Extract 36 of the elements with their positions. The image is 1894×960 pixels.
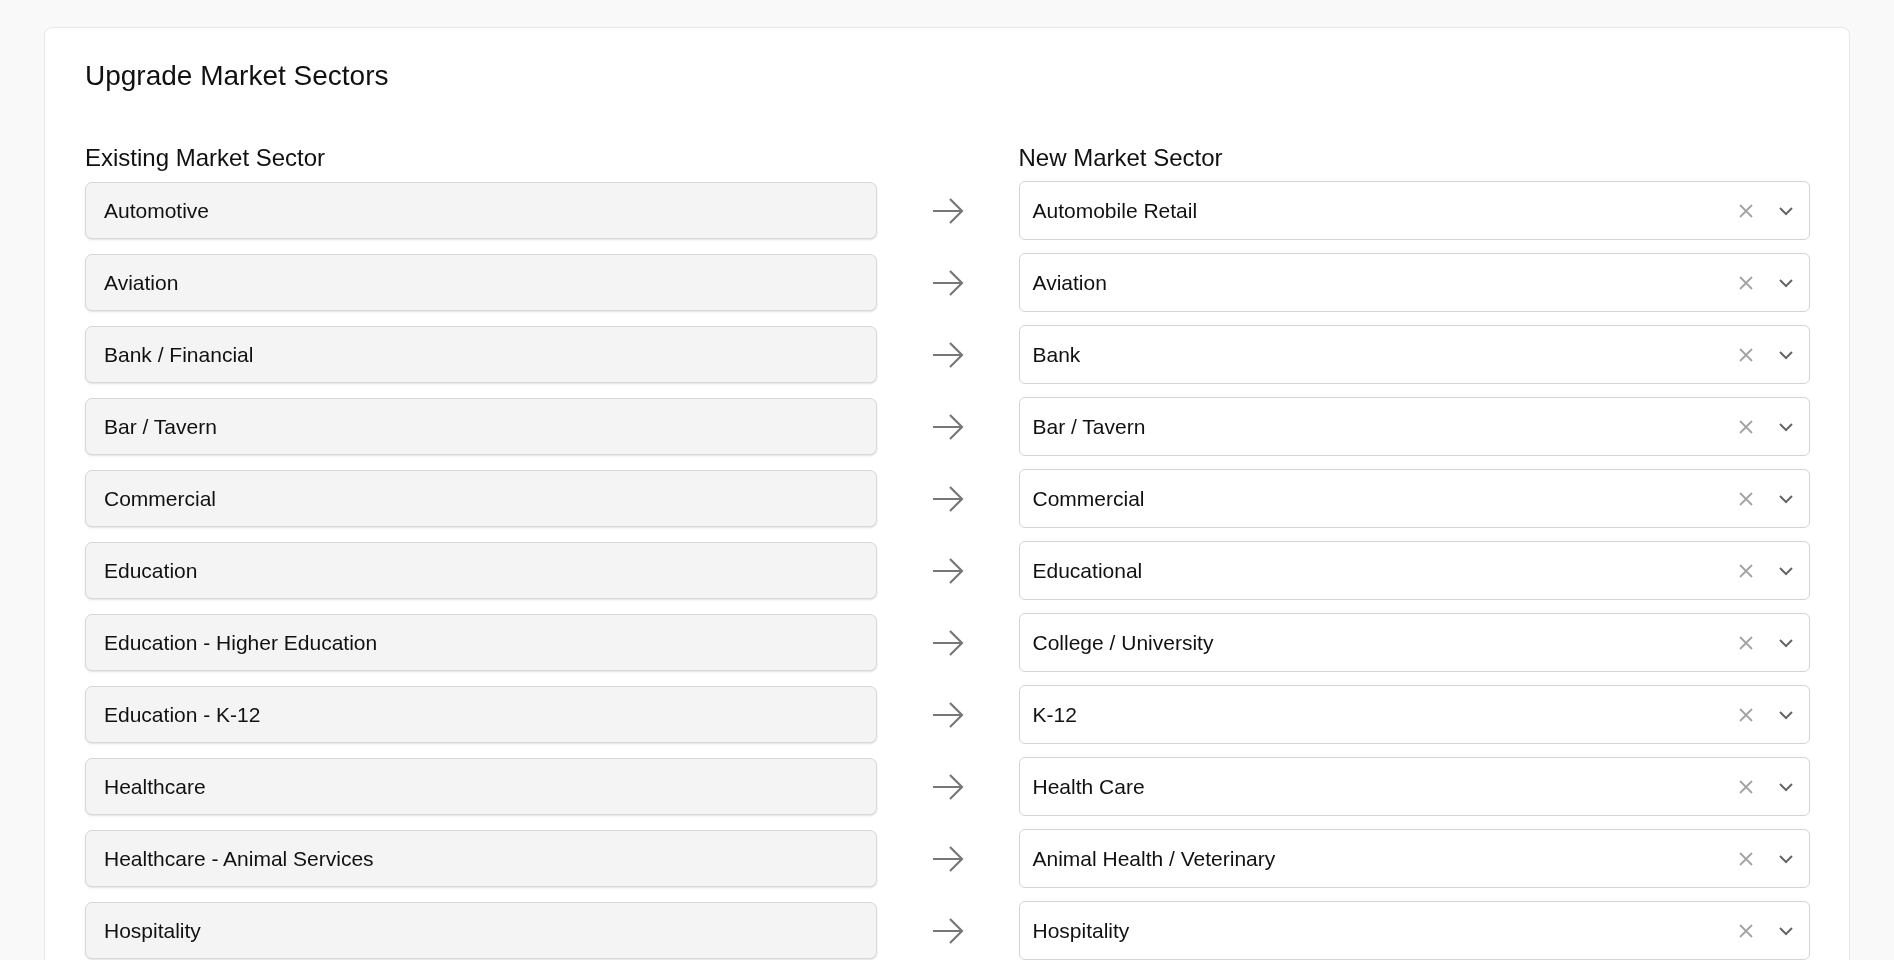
sector-select[interactable]: Bar / Tavern — [1018, 397, 1810, 456]
arrow-right-icon — [930, 627, 965, 658]
existing-sector-field: Healthcare — [85, 758, 877, 815]
arrow-right-icon — [930, 411, 965, 442]
arrow-right-icon — [930, 843, 965, 874]
sector-select[interactable]: Aviation — [1018, 253, 1810, 312]
existing-sector-field: Commercial — [85, 470, 877, 527]
sector-select[interactable]: Commercial — [1018, 469, 1810, 528]
page-title: Upgrade Market Sectors — [85, 59, 390, 93]
sector-select[interactable]: Animal Health / Veterinary — [1018, 829, 1810, 888]
arrow-right-icon — [930, 339, 965, 370]
existing-sector-field: Bank / Financial — [85, 326, 877, 383]
existing-sector-field: Aviation — [85, 254, 877, 311]
arrow-right-icon — [930, 915, 965, 946]
sector-select[interactable]: College / University — [1018, 613, 1810, 672]
arrow-right-icon — [930, 267, 965, 298]
sector-select[interactable]: Hospitality — [1018, 901, 1810, 960]
existing-sector-field: Healthcare - Animal Services — [85, 830, 877, 887]
existing-sector-field: Hospitality — [85, 902, 877, 959]
existing-sector-field: Education - Higher Education — [85, 614, 877, 671]
arrow-right-icon — [930, 483, 965, 514]
sector-select[interactable]: K-12 — [1018, 685, 1810, 744]
sector-select[interactable]: Bank — [1018, 325, 1810, 384]
arrow-right-icon — [930, 555, 965, 586]
arrow-right-icon — [930, 699, 965, 730]
column-heading: New Market Sector — [1018, 144, 1224, 172]
existing-sector-field: Automotive — [85, 182, 877, 239]
existing-sector-field: Education - K-12 — [85, 686, 877, 743]
column-heading: Existing Market Sector — [85, 144, 327, 172]
arrow-right-icon — [930, 771, 965, 802]
existing-sector-field: Education — [85, 542, 877, 599]
sector-select[interactable]: Automobile Retail — [1018, 181, 1810, 240]
sector-select[interactable]: Educational — [1018, 541, 1810, 600]
existing-sector-field: Bar / Tavern — [85, 398, 877, 455]
sector-select[interactable]: Health Care — [1018, 757, 1810, 816]
arrow-right-icon — [930, 195, 965, 226]
